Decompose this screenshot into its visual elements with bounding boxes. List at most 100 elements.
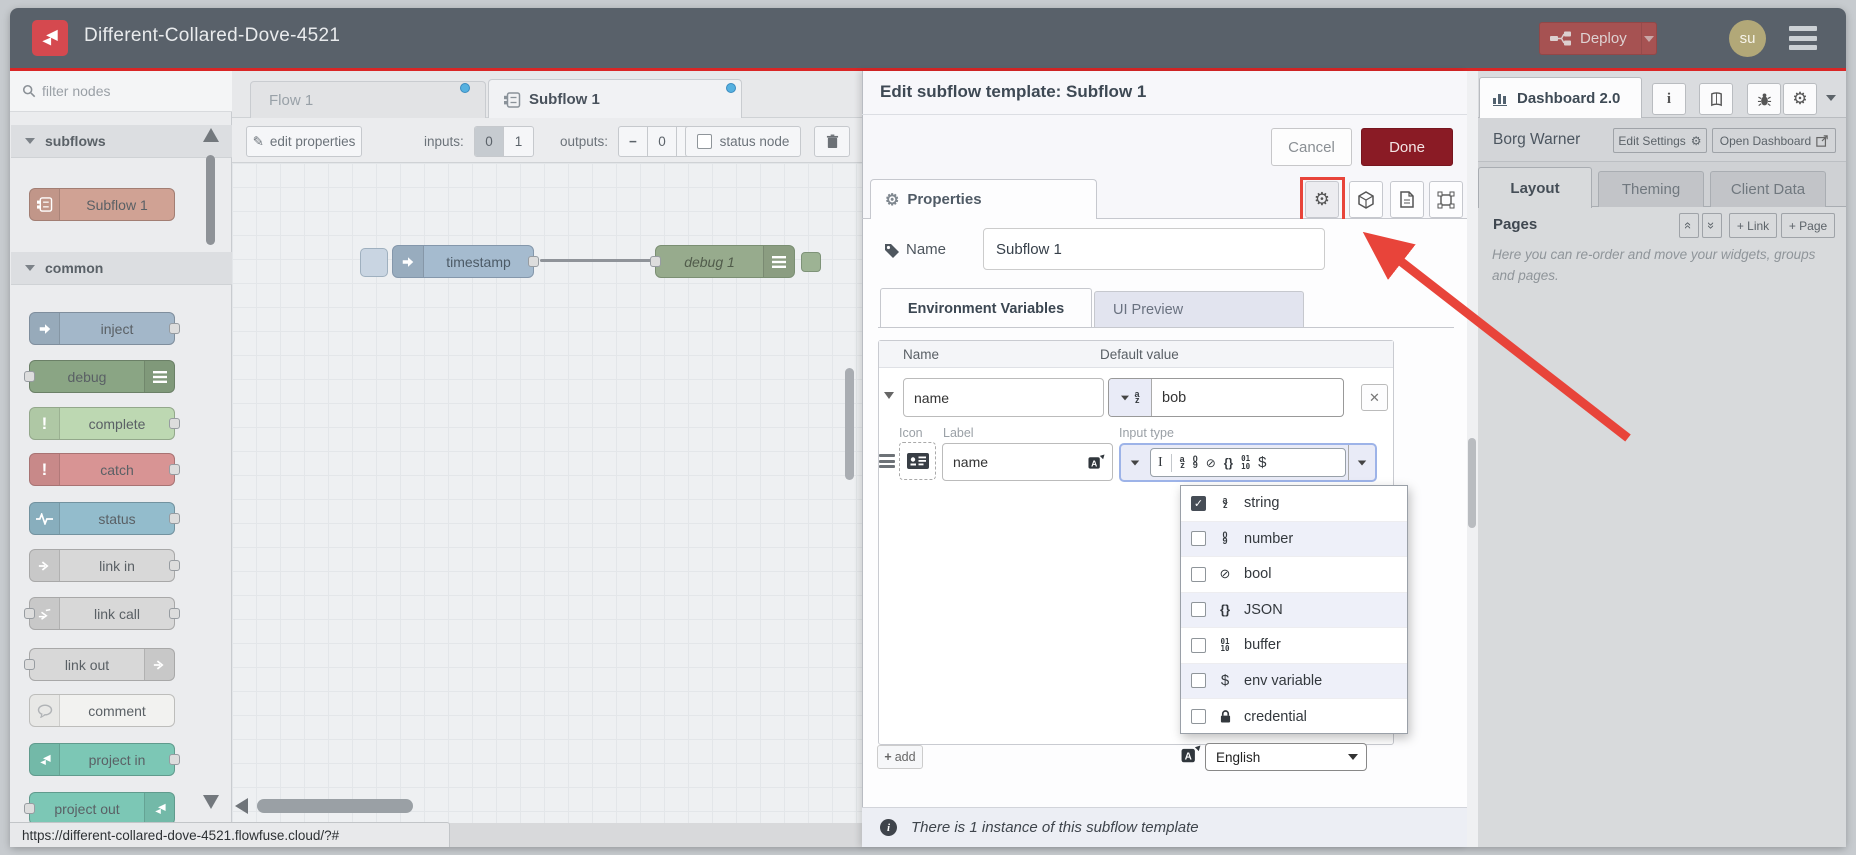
type-option-bool[interactable]: ⊘ bool — [1181, 557, 1407, 593]
palette-category-common[interactable]: common — [11, 252, 232, 285]
input-port[interactable] — [24, 659, 35, 670]
type-option-env-variable[interactable]: $ env variable — [1181, 663, 1407, 699]
edit-settings-button[interactable]: Edit Settings ⚙ — [1613, 128, 1707, 153]
tab-client-data[interactable]: Client Data — [1710, 171, 1826, 207]
checkbox[interactable] — [1191, 602, 1206, 618]
env-value-input[interactable]: bob — [1152, 379, 1343, 416]
add-page-button[interactable]: + Page — [1781, 213, 1835, 238]
value-type-button[interactable]: az — [1109, 379, 1152, 416]
type-option-number[interactable]: 09 number — [1181, 521, 1407, 557]
language-select[interactable]: English — [1205, 743, 1367, 771]
subflow-name-input[interactable] — [983, 228, 1325, 270]
output-port[interactable] — [169, 418, 180, 429]
checkbox-checked[interactable]: ✓ — [1191, 495, 1206, 511]
remove-row-button[interactable]: ✕ — [1361, 384, 1388, 411]
tab-theming[interactable]: Theming — [1598, 171, 1704, 207]
inputs-option-1[interactable]: 1 — [504, 127, 533, 156]
palette-node-subflow1[interactable]: Subflow 1 — [29, 188, 175, 221]
canvas-hscroll-left-icon[interactable] — [235, 798, 248, 814]
checkbox[interactable] — [1191, 531, 1206, 547]
info-tab-button[interactable]: i — [1652, 83, 1686, 115]
input-type-dropdown-left[interactable] — [1121, 445, 1148, 480]
output-port[interactable] — [528, 256, 539, 267]
checkbox[interactable] — [1191, 673, 1206, 689]
cancel-button[interactable]: Cancel — [1271, 128, 1352, 166]
deploy-button[interactable]: Deploy — [1539, 22, 1657, 55]
palette-scrollbar-thumb[interactable] — [206, 155, 215, 245]
open-dashboard-button[interactable]: Open Dashboard — [1712, 128, 1836, 153]
status-node-checkbox[interactable] — [696, 134, 712, 149]
row-expand-chevron-icon[interactable] — [884, 392, 894, 399]
palette-category-subflows[interactable]: subflows — [11, 125, 232, 158]
palette-node-inject[interactable]: inject — [29, 312, 180, 345]
tab-subflow-1[interactable]: Subflow 1 — [488, 79, 742, 119]
delete-subflow-button[interactable] — [814, 126, 850, 157]
palette-node-status[interactable]: status — [29, 502, 180, 535]
tab-layout[interactable]: Layout — [1478, 167, 1592, 208]
type-option-credential[interactable]: credential — [1181, 699, 1407, 735]
palette-node-link-in[interactable]: link in — [29, 549, 180, 582]
main-menu-icon[interactable] — [1789, 26, 1817, 50]
collapse-all-button[interactable]: « — [1679, 213, 1699, 238]
debug-tab-button[interactable] — [1747, 83, 1781, 115]
type-option-json[interactable]: {} JSON — [1181, 592, 1407, 628]
palette-node-complete[interactable]: ! complete — [29, 407, 180, 440]
palette-node-debug[interactable]: debug — [24, 360, 175, 393]
tab-ui-preview[interactable]: UI Preview — [1094, 291, 1304, 328]
tab-dashboard-2[interactable]: Dashboard 2.0 — [1479, 77, 1642, 118]
deploy-options-caret[interactable] — [1640, 23, 1656, 54]
module-properties-button[interactable] — [1429, 181, 1463, 218]
drag-handle[interactable] — [879, 454, 895, 468]
checkbox[interactable] — [1191, 709, 1206, 725]
checkbox[interactable] — [1191, 566, 1206, 582]
done-button[interactable]: Done — [1361, 128, 1453, 166]
tab-properties[interactable]: ⚙ Properties — [870, 179, 1097, 219]
node-debug-1[interactable]: debug 1 — [650, 245, 795, 278]
palette-search[interactable] — [10, 71, 232, 112]
inputs-option-0[interactable]: 0 — [475, 127, 504, 156]
config-nodes-tab-button[interactable]: ⚙ — [1783, 83, 1817, 115]
env-name-input[interactable] — [903, 378, 1104, 417]
canvas-vscrollbar-thumb[interactable] — [845, 368, 854, 480]
dialog-scrollbar-thumb[interactable] — [1468, 438, 1476, 528]
output-port[interactable] — [169, 513, 180, 524]
expand-all-button[interactable]: » — [1702, 213, 1722, 238]
palette-node-link-call[interactable]: link call — [24, 597, 180, 630]
subflow-input-stub[interactable] — [360, 248, 388, 277]
tab-environment-variables[interactable]: Environment Variables — [880, 288, 1092, 328]
palette-node-catch[interactable]: ! catch — [29, 453, 180, 486]
add-link-button[interactable]: + Link — [1729, 213, 1777, 238]
status-node-toggle[interactable]: status node — [685, 126, 801, 157]
output-port[interactable] — [169, 323, 180, 334]
palette-scroll-down-icon[interactable] — [203, 795, 219, 809]
input-port[interactable] — [24, 803, 35, 814]
input-type-dropdown-right[interactable] — [1348, 445, 1375, 480]
filter-nodes-input[interactable] — [42, 83, 202, 99]
palette-node-comment[interactable]: comment — [29, 694, 175, 727]
add-env-var-button[interactable]: + add — [877, 745, 923, 769]
node-timestamp[interactable]: timestamp — [392, 245, 539, 278]
output-port[interactable] — [169, 608, 180, 619]
input-port[interactable] — [24, 371, 35, 382]
palette-scroll-up-icon[interactable] — [203, 128, 219, 142]
type-option-buffer[interactable]: 01 10 buffer — [1181, 628, 1407, 664]
palette-node-project-out[interactable]: project out — [24, 792, 175, 825]
checkbox[interactable] — [1191, 637, 1206, 653]
outputs-decrease-button[interactable]: − — [619, 127, 648, 156]
edit-properties-button[interactable]: ✎ edit properties — [246, 126, 362, 157]
input-port[interactable] — [650, 256, 661, 267]
help-tab-button[interactable] — [1699, 83, 1733, 115]
sidebar-more-tabs-caret[interactable] — [1826, 95, 1836, 101]
subflow-output-stub[interactable] — [801, 252, 821, 272]
type-option-string[interactable]: ✓ az string — [1181, 486, 1407, 522]
palette-node-project-in[interactable]: project in — [29, 743, 180, 776]
inputs-toggle[interactable]: 0 1 — [474, 126, 534, 157]
input-port[interactable] — [24, 608, 35, 619]
output-port[interactable] — [169, 754, 180, 765]
env-icon-picker[interactable] — [899, 442, 936, 480]
output-port[interactable] — [169, 464, 180, 475]
palette-node-link-out[interactable]: link out — [24, 648, 175, 681]
env-label-input[interactable] — [943, 454, 1088, 470]
description-button[interactable] — [1390, 181, 1424, 218]
appearance-button[interactable] — [1349, 181, 1383, 218]
